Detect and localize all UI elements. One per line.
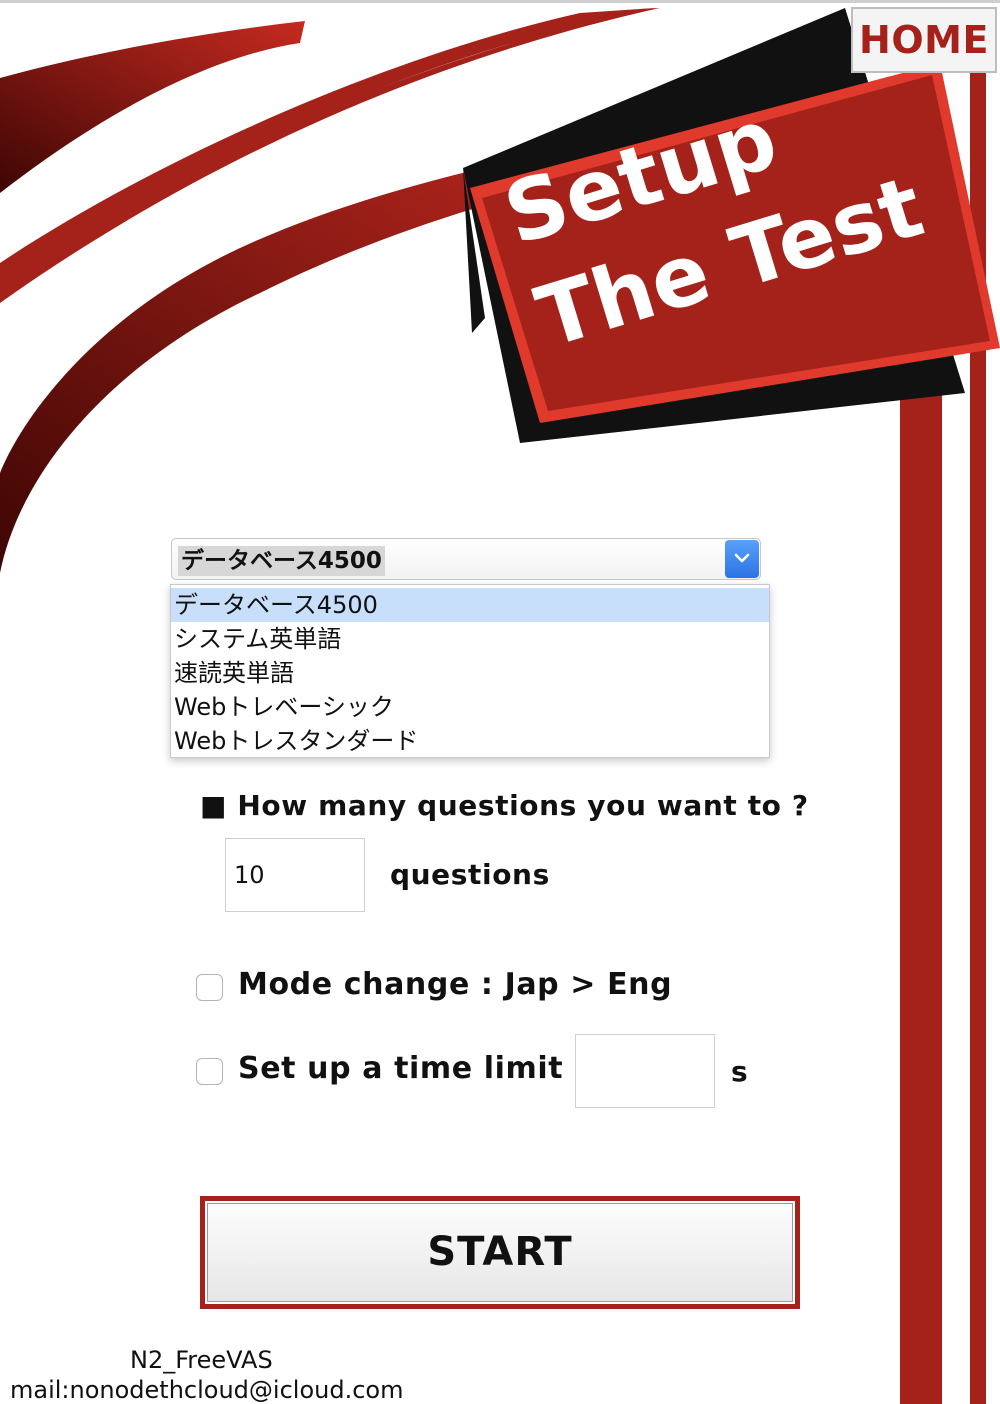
swoosh-upper	[0, 21, 305, 193]
start-button-frame: START	[200, 1196, 800, 1309]
post-left	[900, 383, 942, 1404]
wordbook-select-value: データベース4500	[178, 546, 385, 576]
footer-mail: mail:nonodethcloud@icloud.com	[10, 1376, 404, 1404]
time-limit-checkbox[interactable]	[196, 1058, 223, 1085]
question-count-prompt: ■ How many questions you want to ?	[200, 789, 809, 822]
time-limit-unit: s	[731, 1055, 748, 1088]
chevron-down-icon[interactable]	[725, 540, 759, 578]
time-limit-input[interactable]	[575, 1034, 715, 1108]
time-limit-label: Set up a time limit :	[238, 1051, 587, 1086]
start-button[interactable]: START	[207, 1203, 793, 1302]
wordbook-option[interactable]: データベース4500	[171, 588, 769, 622]
wordbook-option[interactable]: 速読英単語	[171, 656, 769, 690]
mode-change-label: Mode change : Jap > Eng	[238, 967, 673, 1002]
question-count-input[interactable]	[225, 838, 365, 912]
wordbook-select[interactable]: データベース4500	[171, 538, 761, 580]
wordbook-option[interactable]: Webトレスタンダード	[171, 724, 769, 758]
question-count-unit: questions	[390, 858, 550, 891]
home-button[interactable]: HOME	[851, 7, 997, 73]
setup-screen: Setup The Test HOME データベース4500 データベース450…	[0, 0, 1000, 1404]
footer-app-name: N2_FreeVAS	[130, 1346, 273, 1374]
wordbook-option[interactable]: Webトレベーシック	[171, 690, 769, 724]
mode-change-checkbox[interactable]	[196, 974, 223, 1001]
wordbook-options-list: データベース4500 システム英単語 速読英単語 Webトレベーシック Webト…	[170, 584, 770, 758]
wordbook-option[interactable]: システム英単語	[171, 622, 769, 656]
